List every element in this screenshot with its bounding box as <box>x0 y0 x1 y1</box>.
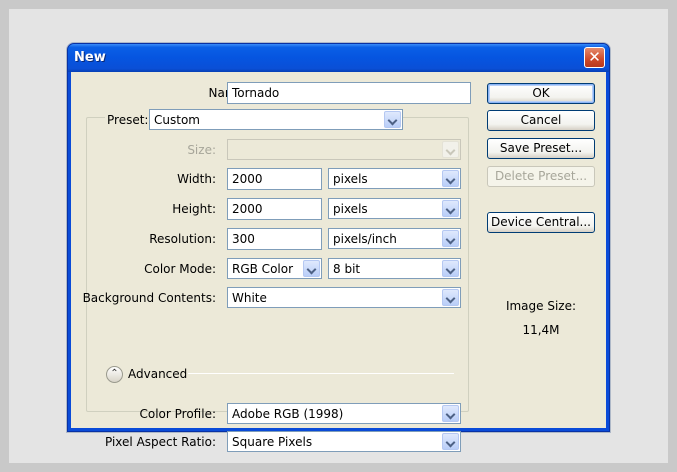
cancel-button[interactable]: Cancel <box>487 110 595 131</box>
size-label: Size: <box>187 143 216 157</box>
width-label: Width: <box>177 172 216 186</box>
pixel-aspect-ratio-select[interactable]: Square Pixels <box>227 431 461 452</box>
image-size-label: Image Size: <box>505 299 577 313</box>
dialog-body: Name: Tornado Preset: Custom Size: Width… <box>71 72 606 452</box>
resolution-label: Resolution: <box>149 232 216 246</box>
bit-depth-value: 8 bit <box>333 262 361 276</box>
close-button[interactable]: ✕ <box>584 47 605 68</box>
color-mode-value: RGB Color <box>232 262 294 276</box>
height-unit-select[interactable]: pixels <box>328 198 461 219</box>
ok-button[interactable]: OK <box>487 83 595 104</box>
resolution-unit-select[interactable]: pixels/inch <box>328 228 461 249</box>
advanced-toggle-button[interactable]: ⌃ <box>106 366 123 383</box>
chevron-down-icon[interactable] <box>442 230 459 247</box>
chevron-down-icon[interactable] <box>442 289 459 306</box>
height-label: Height: <box>172 202 216 216</box>
resolution-unit-value: pixels/inch <box>333 232 397 246</box>
background-contents-label: Background Contents: <box>82 291 216 305</box>
pixel-aspect-ratio-label: Pixel Aspect Ratio: <box>105 435 216 449</box>
color-profile-value: Adobe RGB (1998) <box>232 407 344 421</box>
chevron-down-icon[interactable] <box>442 200 459 217</box>
name-input[interactable]: Tornado <box>227 82 471 104</box>
height-unit-value: pixels <box>333 202 368 216</box>
chevron-down-icon[interactable] <box>442 433 459 450</box>
width-unit-value: pixels <box>333 172 368 186</box>
chevron-up-double-icon: ⌃ <box>110 368 119 379</box>
chevron-down-icon[interactable] <box>384 111 401 128</box>
preset-select[interactable]: Custom <box>149 109 403 130</box>
background-contents-select[interactable]: White <box>227 287 461 308</box>
color-profile-label: Color Profile: <box>139 407 217 421</box>
color-profile-select[interactable]: Adobe RGB (1998) <box>227 403 461 424</box>
chevron-down-icon[interactable] <box>303 260 320 277</box>
width-input[interactable]: 2000 <box>227 168 322 190</box>
device-central-button[interactable]: Device Central... <box>487 212 595 233</box>
image-size-value: 11,4M <box>522 323 560 337</box>
preset-label: Preset: <box>105 113 151 127</box>
delete-preset-button[interactable]: Delete Preset... <box>487 166 595 187</box>
dialog-title: New <box>74 50 106 65</box>
title-bar[interactable]: New ✕ <box>68 44 609 72</box>
chevron-down-icon[interactable] <box>442 260 459 277</box>
preset-value: Custom <box>154 113 200 127</box>
advanced-label: Advanced <box>128 367 188 381</box>
color-mode-select[interactable]: RGB Color <box>227 258 322 279</box>
chevron-down-icon[interactable] <box>442 405 459 422</box>
pixel-aspect-ratio-value: Square Pixels <box>232 435 313 449</box>
resolution-input[interactable]: 300 <box>227 228 322 250</box>
advanced-divider <box>188 373 454 374</box>
background-contents-value: White <box>232 291 267 305</box>
save-preset-button[interactable]: Save Preset... <box>487 138 595 159</box>
chevron-down-icon[interactable] <box>442 170 459 187</box>
size-select[interactable] <box>227 139 461 160</box>
new-document-dialog: New ✕ Name: Tornado Preset: Custom Size:… <box>67 43 610 452</box>
width-unit-select[interactable]: pixels <box>328 168 461 189</box>
bit-depth-select[interactable]: 8 bit <box>328 258 461 279</box>
height-input[interactable]: 2000 <box>227 198 322 220</box>
color-mode-label: Color Mode: <box>144 262 216 276</box>
close-icon: ✕ <box>588 48 601 66</box>
chevron-down-icon[interactable] <box>442 141 459 158</box>
